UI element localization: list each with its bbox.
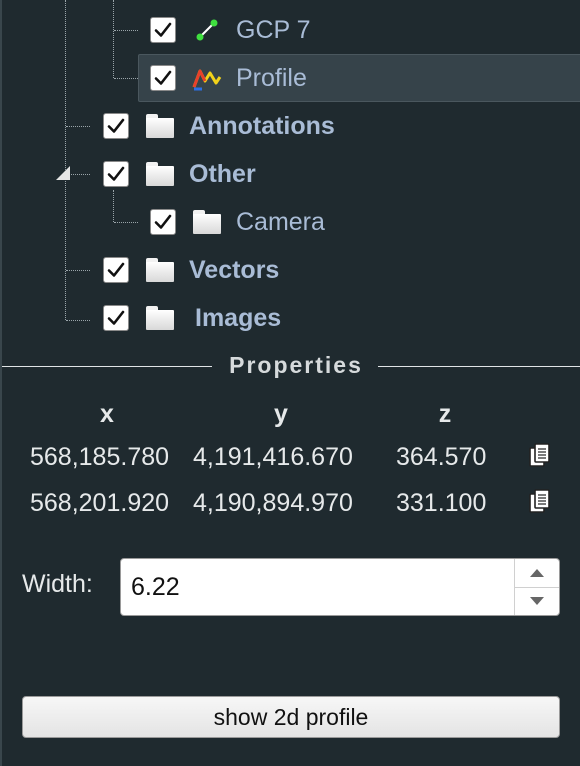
increment-button[interactable] — [515, 559, 559, 587]
gcp-point-icon — [192, 15, 222, 45]
tree-connector-line — [65, 0, 66, 320]
tree-item-label: GCP 7 — [236, 15, 311, 44]
tree-item-annotations[interactable]: Annotations — [103, 104, 335, 148]
expand-toggle-icon[interactable] — [56, 166, 70, 180]
sidebar-panel: GCP 7 Profile Annotations Other Camera V… — [0, 0, 580, 766]
folder-icon — [145, 255, 175, 285]
properties-heading: Properties — [229, 352, 363, 378]
tree-item-camera[interactable]: Camera — [150, 200, 325, 244]
tree-item-label: Vectors — [189, 255, 280, 284]
width-spinbox[interactable] — [120, 558, 560, 616]
tree-connector-line — [114, 222, 138, 223]
visibility-checkbox[interactable] — [150, 65, 176, 91]
tree-item-gcp-7[interactable]: GCP 7 — [150, 8, 311, 52]
section-divider — [378, 366, 580, 367]
tree-connector-line — [114, 78, 138, 79]
folder-icon — [145, 159, 175, 189]
decrement-button[interactable] — [515, 586, 559, 616]
arrow-up-icon — [530, 568, 544, 577]
visibility-checkbox[interactable] — [103, 305, 129, 331]
show-2d-profile-button[interactable]: show 2d profile — [22, 696, 560, 738]
coordinate-z: 331.100 — [396, 489, 487, 517]
folder-icon — [145, 303, 175, 333]
tree-item-images[interactable]: Images — [103, 296, 281, 340]
section-divider — [2, 366, 212, 367]
column-header-z: z — [438, 400, 452, 428]
visibility-checkbox[interactable] — [103, 113, 129, 139]
width-input[interactable] — [121, 571, 513, 603]
coordinate-z: 364.570 — [396, 443, 487, 471]
folder-icon — [145, 111, 175, 141]
tree-item-other[interactable]: Other — [103, 152, 256, 196]
visibility-checkbox[interactable] — [103, 161, 129, 187]
column-header-x: x — [100, 400, 114, 428]
tree-item-vectors[interactable]: Vectors — [103, 248, 279, 292]
arrow-down-icon — [530, 597, 544, 606]
coordinate-x: 568,185.780 — [30, 443, 170, 471]
tree-connector-line — [114, 30, 138, 31]
width-label: Width: — [22, 570, 93, 598]
profile-icon — [192, 63, 222, 93]
tree-connector-line — [113, 0, 114, 78]
tree-connector-line — [66, 126, 90, 127]
tree-item-label: Camera — [236, 207, 325, 236]
folder-icon — [192, 207, 222, 237]
width-spinner — [514, 559, 559, 615]
tree-connector-line — [66, 270, 90, 271]
column-header-y: y — [274, 400, 288, 428]
tree-connector-line — [66, 320, 90, 321]
coordinate-y: 4,191,416.670 — [193, 443, 353, 471]
visibility-checkbox[interactable] — [150, 17, 176, 43]
scene-tree: GCP 7 Profile Annotations Other Camera V… — [2, 0, 580, 345]
visibility-checkbox[interactable] — [103, 257, 129, 283]
tree-item-label: Profile — [236, 63, 307, 92]
coordinate-y: 4,190,894.970 — [193, 489, 353, 517]
tree-item-label: Images — [195, 303, 282, 332]
copy-icon[interactable] — [528, 488, 552, 514]
tree-item-label: Annotations — [189, 111, 335, 140]
tree-item-profile[interactable]: Profile — [138, 54, 580, 102]
copy-icon[interactable] — [528, 442, 552, 468]
coordinate-x: 568,201.920 — [30, 489, 170, 517]
visibility-checkbox[interactable] — [150, 209, 176, 235]
tree-item-label: Other — [189, 159, 256, 188]
